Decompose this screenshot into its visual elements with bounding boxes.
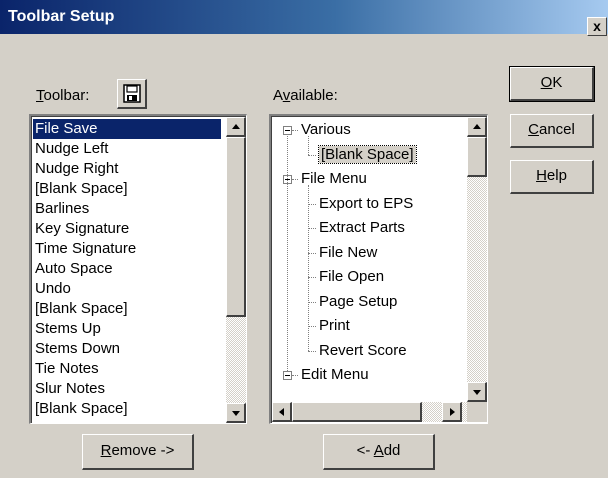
tree-vertical-scrollbar[interactable] [467, 117, 487, 402]
remove-accel: R [100, 442, 112, 459]
tree-connector [308, 350, 316, 353]
tree-vscroll-thumb[interactable] [467, 137, 487, 177]
arrow-down-icon [232, 411, 240, 416]
available-label-prefix: A [273, 87, 283, 104]
arrow-up-icon [473, 124, 481, 129]
tree-node-label: File Menu [301, 170, 367, 187]
available-label: Available: [273, 87, 338, 104]
ok-accel: O [540, 74, 553, 91]
scroll-up-button[interactable] [226, 117, 246, 137]
toolbar-list-item[interactable]: Undo [33, 279, 71, 299]
tree-leaf-node[interactable]: File Open [319, 267, 384, 287]
tree-connector [308, 185, 310, 351]
tree-connector [292, 179, 298, 181]
add-accel: A [373, 442, 384, 459]
add-rest: dd [383, 442, 401, 459]
available-label-rest: ailable: [290, 87, 338, 104]
help-accel: H [536, 167, 547, 184]
collapse-icon[interactable] [283, 371, 292, 380]
cancel-accel: C [528, 121, 539, 138]
ok-rest: K [552, 74, 563, 91]
tree-leaf-node[interactable]: [Blank Space] [318, 144, 417, 165]
tree-scroll-right-button[interactable] [442, 402, 462, 422]
tree-node-label: Page Setup [319, 292, 398, 310]
scroll-corner [467, 402, 487, 422]
tree-group-node[interactable]: File Menu [301, 169, 367, 189]
tree-node-label: Export to EPS [319, 194, 414, 212]
tree-horizontal-scrollbar[interactable] [272, 402, 467, 422]
tree-node-label: Print [319, 317, 350, 334]
window-title: Toolbar Setup [8, 8, 115, 25]
ok-button[interactable]: OK [509, 66, 595, 102]
floppy-disk-icon [123, 84, 141, 103]
toolbar-list-item[interactable]: Stems Up [33, 319, 101, 339]
scroll-thumb[interactable] [226, 137, 246, 317]
tree-connector [287, 136, 289, 371]
tree-connector [292, 130, 298, 132]
available-tree[interactable]: Various [Blank Space] File Menu Export to E… [269, 114, 488, 424]
remove-button[interactable]: Remove -> [82, 434, 194, 470]
tree-connector [308, 154, 316, 157]
tree-node-label: Revert Score [319, 341, 407, 359]
arrow-up-icon [232, 124, 240, 129]
tree-hscroll-thumb[interactable] [292, 402, 422, 422]
tree-node-label: File Open [319, 268, 385, 285]
toolbar-label-accel: T [36, 87, 44, 104]
toolbar-scrollbar[interactable] [226, 117, 246, 423]
collapse-icon[interactable] [283, 126, 292, 135]
toolbar-list-item[interactable]: Stems Down [33, 339, 120, 359]
tree-group-node[interactable]: Edit Menu [301, 365, 369, 385]
cancel-button[interactable]: Cancel [510, 114, 594, 148]
toolbar-list-item[interactable]: Slur Notes [33, 379, 105, 399]
remove-rest: emove -> [111, 442, 175, 459]
tree-leaf-node[interactable]: File New [319, 243, 377, 263]
title-bar[interactable]: Toolbar Setup [0, 0, 608, 34]
toolbar-icon-button[interactable] [117, 79, 147, 109]
scroll-down-button[interactable] [226, 403, 246, 423]
tree-node-label: Edit Menu [301, 366, 369, 383]
add-prefix: <- [356, 442, 374, 459]
toolbar-list-item[interactable]: Nudge Left [33, 139, 108, 159]
cancel-rest: ancel [538, 121, 575, 138]
toolbar-list-item[interactable]: [Blank Space] [33, 299, 128, 319]
tree-leaf-node[interactable]: Revert Score [319, 341, 407, 361]
toolbar-listbox[interactable]: File Save Nudge Left Nudge Right [Blank Spa… [29, 114, 247, 424]
toolbar-list-item[interactable]: Barlines [33, 199, 89, 219]
add-button[interactable]: <- Add [323, 434, 435, 470]
toolbar-list-item[interactable]: [Blank Space] [33, 399, 128, 419]
toolbar-label-rest: oolbar: [43, 87, 90, 104]
toolbar-list-item[interactable]: Key Signature [33, 219, 129, 239]
arrow-left-icon [279, 408, 284, 416]
tree-scroll-left-button[interactable] [272, 402, 292, 422]
toolbar-label: Toolbar: [36, 87, 89, 104]
toolbar-list-item[interactable]: Auto Space [33, 259, 113, 279]
toolbar-list-item[interactable]: Nudge Right [33, 159, 118, 179]
toolbar-list-item[interactable]: Time Signature [33, 239, 136, 259]
tree-leaf-node[interactable]: Page Setup [319, 292, 397, 312]
tree-node-label: [Blank Space] [318, 144, 417, 164]
close-button[interactable]: x [587, 17, 607, 36]
toolbar-list-item[interactable]: Tie Notes [33, 359, 99, 379]
tree-scroll-up-button[interactable] [467, 117, 487, 137]
tree-connector [292, 375, 298, 377]
tree-connector [308, 136, 310, 155]
tree-leaf-node[interactable]: Extract Parts [319, 218, 405, 238]
toolbar-setup-dialog: Toolbar Setup x Toolbar: Available: File… [0, 0, 608, 478]
help-button[interactable]: Help [510, 160, 594, 194]
tree-leaf-node[interactable]: Print [319, 316, 350, 336]
close-icon: x [593, 18, 601, 34]
arrow-down-icon [473, 390, 481, 395]
toolbar-list-item[interactable]: [Blank Space] [33, 179, 128, 199]
arrow-right-icon [450, 408, 455, 416]
tree-scroll-down-button[interactable] [467, 382, 487, 402]
tree-node-label: Extract Parts [319, 219, 405, 236]
tree-node-label: File New [319, 243, 378, 261]
tree-leaf-node[interactable]: Export to EPS [319, 194, 413, 214]
toolbar-list-item[interactable]: File Save [33, 119, 221, 139]
help-rest: elp [546, 167, 567, 184]
